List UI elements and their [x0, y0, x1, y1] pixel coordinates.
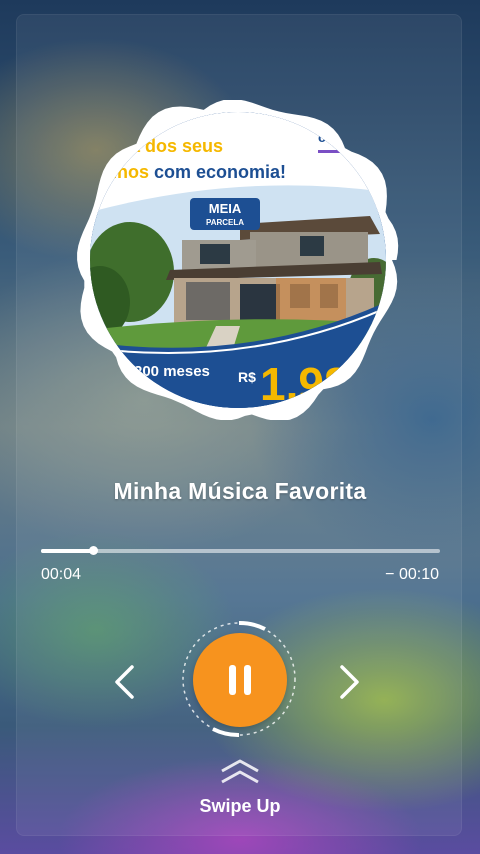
album-art-visualizer: sa dos seus nhos com economia! co [68, 100, 408, 420]
progress-fill [41, 549, 93, 553]
album-badge-line1: MEIA [209, 201, 242, 216]
album-currency: R$ [238, 369, 256, 385]
next-button[interactable] [330, 660, 370, 704]
album-art-disc[interactable]: sa dos seus nhos com economia! co [90, 112, 386, 408]
chevron-left-icon [115, 665, 134, 699]
progress-thumb[interactable] [88, 546, 98, 555]
swipe-up-label: Swipe Up [199, 796, 281, 816]
pause-icon [229, 665, 251, 695]
time-remaining: − 00:10 [385, 566, 439, 583]
chevron-right-icon [340, 665, 359, 699]
time-elapsed: 00:04 [41, 566, 82, 583]
album-headline-rest: com economia! [149, 162, 286, 182]
progress-bar[interactable] [41, 546, 440, 555]
previous-button[interactable] [104, 660, 144, 704]
album-badge-line2: PARCELA [206, 218, 244, 227]
svg-text:nhos com economia!: nhos com economia! [106, 162, 286, 182]
double-chevron-up-icon[interactable] [219, 758, 261, 786]
pause-button[interactable] [193, 633, 287, 727]
song-title: Minha Música Favorita [113, 478, 367, 504]
